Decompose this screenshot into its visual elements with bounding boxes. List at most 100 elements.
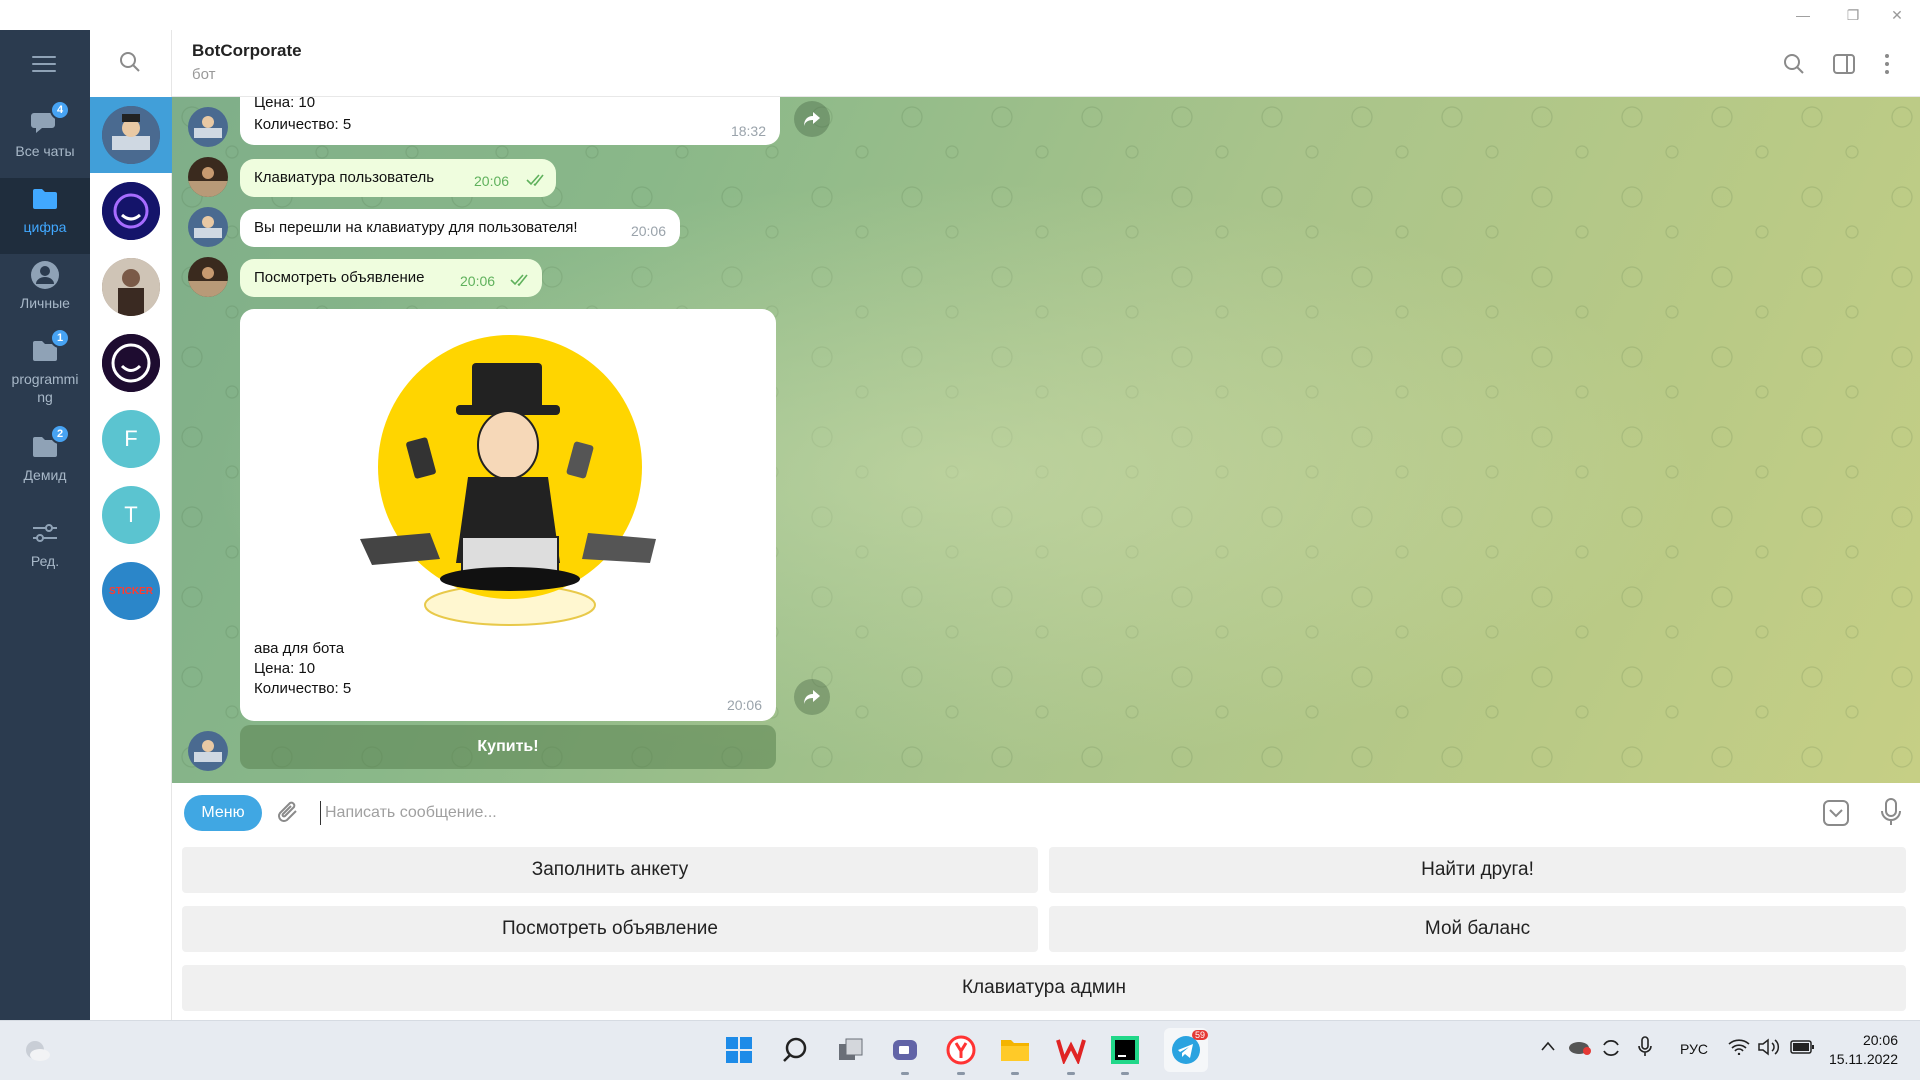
message-bubble[interactable]: Вы перешли на клавиатуру для пользовател… xyxy=(240,209,680,247)
folder-label: Ред. xyxy=(30,553,60,569)
chat-bubbles-icon: 4 xyxy=(30,100,70,138)
wifi-icon[interactable] xyxy=(1728,1039,1750,1058)
attach-icon[interactable] xyxy=(276,799,302,832)
microphone-icon[interactable] xyxy=(1638,1036,1652,1061)
chat-list: F T STICKER xyxy=(90,30,172,1020)
telegram-unread-badge: 59 xyxy=(1191,1030,1208,1040)
folder-label: Демид xyxy=(23,467,67,483)
my-balance-key[interactable]: Мой баланс xyxy=(1049,906,1906,952)
message-input[interactable]: Написать сообщение... xyxy=(320,801,497,825)
message-bubble[interactable]: Клавиатура пользователь 20:06 xyxy=(240,159,556,197)
bot-menu-button[interactable]: Меню xyxy=(184,795,262,831)
folders-sidebar: 4 Все чаты цифра Личные 1 programmi ng 2… xyxy=(0,30,90,1020)
chat-subtitle: бот xyxy=(192,66,216,83)
admin-keyboard-key[interactable]: Клавиатура админ xyxy=(182,965,1906,1011)
start-icon[interactable] xyxy=(722,1033,756,1067)
pycharm-icon[interactable] xyxy=(1108,1033,1142,1075)
file-explorer-icon[interactable] xyxy=(998,1033,1032,1075)
folder-label-line2: ng xyxy=(37,389,53,405)
reply-keyboard: Заполнить анкету Найти друга! Посмотреть… xyxy=(172,843,1920,1020)
folder-all-chats[interactable]: 4 Все чаты xyxy=(0,100,90,178)
folder-edit[interactable]: Ред. xyxy=(0,512,90,588)
folder-icon: 2 xyxy=(30,424,70,462)
chat-item-botcorporate[interactable] xyxy=(90,97,172,173)
chat-item-t[interactable]: T xyxy=(90,477,172,553)
more-options-icon[interactable] xyxy=(1882,52,1892,81)
folder-icon xyxy=(30,184,60,214)
user-avatar[interactable] xyxy=(188,257,228,297)
restore-button[interactable]: ❐ xyxy=(1830,0,1876,30)
message-text: Цена: 10 xyxy=(254,97,316,111)
chat-item-sticker[interactable]: STICKER xyxy=(90,553,172,629)
task-view-icon[interactable] xyxy=(834,1033,868,1067)
folder-label: цифра xyxy=(23,219,67,235)
message-text: Клавиатура пользователь xyxy=(254,169,435,186)
weather-icon[interactable] xyxy=(20,1033,54,1067)
chat-item[interactable] xyxy=(90,173,172,249)
message-area[interactable]: Цена: 10 Количество: 5 18:32 Клавиатура … xyxy=(172,97,1920,783)
search-icon[interactable] xyxy=(778,1033,812,1067)
sidebar-toggle-icon[interactable] xyxy=(1832,52,1856,81)
unread-badge: 1 xyxy=(50,328,70,348)
chat-item[interactable] xyxy=(90,325,172,401)
fill-form-key[interactable]: Заполнить анкету xyxy=(182,847,1038,893)
onedrive-icon[interactable] xyxy=(1568,1038,1592,1059)
system-clock[interactable]: 20:06 15.11.2022 xyxy=(1829,1031,1898,1069)
telegram-taskbar-icon[interactable]: 59 xyxy=(1164,1028,1208,1072)
bot-avatar[interactable] xyxy=(188,107,228,147)
avatar xyxy=(102,106,160,164)
volume-icon[interactable] xyxy=(1758,1038,1780,1059)
folder-tsifra[interactable]: цифра xyxy=(0,178,90,254)
message-time: 20:06 xyxy=(474,173,510,189)
message-time: 18:32 xyxy=(730,123,766,139)
clock-time: 20:06 xyxy=(1862,1032,1898,1048)
photo-message-bubble[interactable]: ава для бота Цена: 10 Количество: 5 20:0… xyxy=(240,309,776,721)
bot-keyboard-toggle-icon[interactable] xyxy=(1822,799,1850,832)
minimize-button[interactable]: — xyxy=(1780,0,1826,30)
search-icon[interactable] xyxy=(1782,52,1806,81)
message-bubble[interactable]: Цена: 10 Количество: 5 18:32 xyxy=(240,97,780,145)
telegram-window: — ❐ ✕ 4 Все чаты цифра Личные 1 programm… xyxy=(0,0,1920,1020)
forward-icon[interactable] xyxy=(794,101,830,137)
bot-avatar[interactable] xyxy=(188,207,228,247)
clock-date: 15.11.2022 xyxy=(1828,1051,1898,1067)
folder-programming[interactable]: 1 programmi ng xyxy=(0,328,90,424)
avatar: F xyxy=(102,410,160,468)
microphone-icon[interactable] xyxy=(1880,797,1902,832)
double-check-icon xyxy=(526,174,544,186)
sliders-icon xyxy=(30,518,60,548)
avatar xyxy=(102,258,160,316)
chat-title[interactable]: BotCorporate xyxy=(192,41,302,61)
wps-office-icon[interactable] xyxy=(1054,1033,1088,1075)
bot-avatar[interactable] xyxy=(188,731,228,771)
teams-chat-icon[interactable] xyxy=(888,1033,922,1075)
folder-personal[interactable]: Личные xyxy=(0,254,90,330)
forward-icon[interactable] xyxy=(794,679,830,715)
message-time: 20:06 xyxy=(630,223,666,239)
battery-icon[interactable] xyxy=(1790,1039,1816,1058)
message-time: 20:06 xyxy=(460,273,496,289)
close-button[interactable]: ✕ xyxy=(1874,0,1920,30)
chevron-up-icon[interactable] xyxy=(1540,1039,1556,1055)
find-friend-key[interactable]: Найти друга! xyxy=(1049,847,1906,893)
title-bar: — ❐ ✕ xyxy=(0,0,1920,30)
chat-item[interactable] xyxy=(90,249,172,325)
message-bubble[interactable]: Посмотреть объявление 20:06 xyxy=(240,259,542,297)
buy-inline-button[interactable]: Купить! xyxy=(240,725,776,769)
chat-item-f[interactable]: F xyxy=(90,401,172,477)
folder-label: Все чаты xyxy=(15,143,75,159)
keyboard-language[interactable]: РУС xyxy=(1680,1041,1708,1057)
avatar xyxy=(102,182,160,240)
message-text: Посмотреть объявление xyxy=(254,269,425,286)
hamburger-menu-icon[interactable] xyxy=(32,56,56,72)
yandex-browser-icon[interactable] xyxy=(944,1033,978,1075)
sync-icon[interactable] xyxy=(1600,1037,1622,1062)
avatar xyxy=(102,334,160,392)
user-avatar[interactable] xyxy=(188,157,228,197)
folder-demid[interactable]: 2 Демид xyxy=(0,424,90,502)
photo-image[interactable] xyxy=(360,327,660,627)
view-ad-key[interactable]: Посмотреть объявление xyxy=(182,906,1038,952)
search-icon[interactable] xyxy=(118,50,142,79)
photo-caption: Цена: 10 xyxy=(254,660,316,677)
message-composer: Меню Написать сообщение... xyxy=(172,783,1920,843)
